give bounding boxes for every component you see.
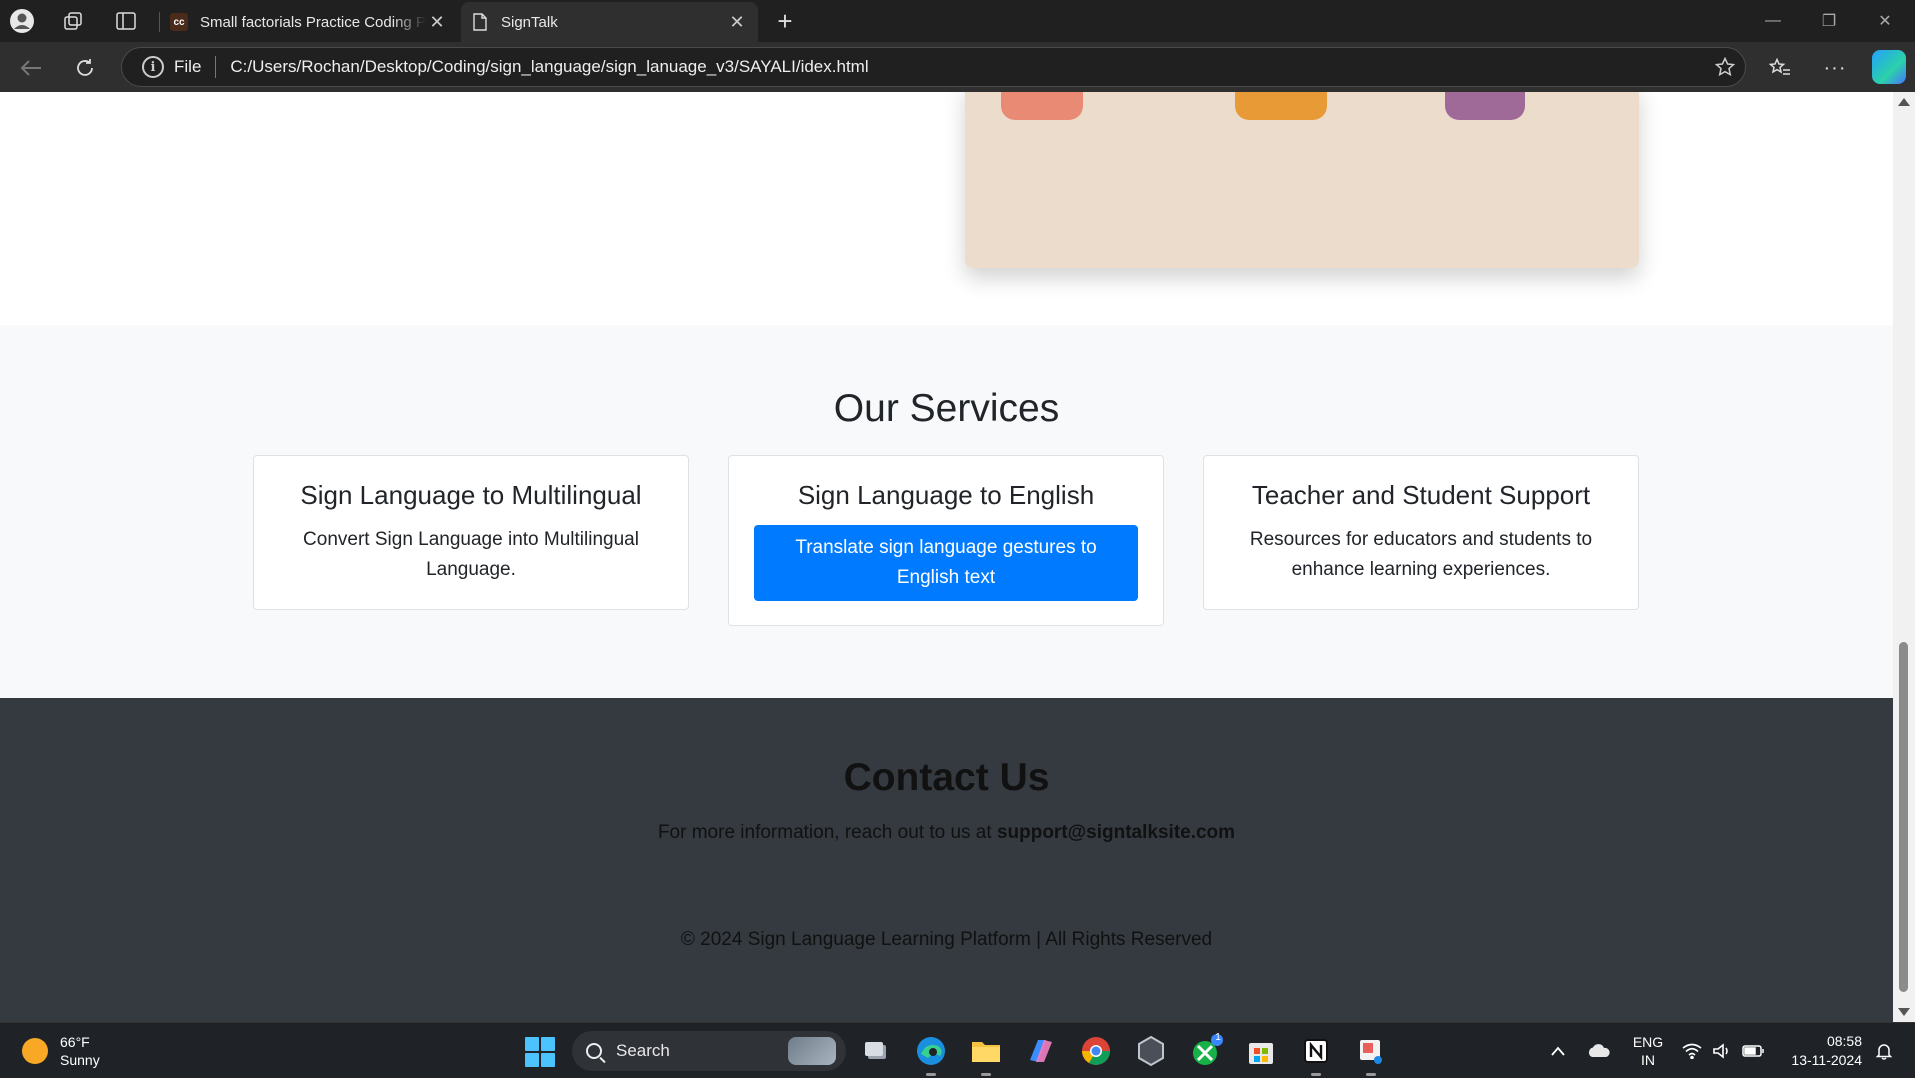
- tab-title: Small factorials Practice Coding Problem: [200, 13, 426, 31]
- weather-widget[interactable]: 66°F Sunny: [22, 1033, 100, 1069]
- task-view-icon[interactable]: [859, 1034, 893, 1068]
- more-menu-icon[interactable]: ···: [1818, 51, 1852, 85]
- xbox-icon[interactable]: 1: [1189, 1032, 1223, 1068]
- show-hidden-icons[interactable]: [1548, 1023, 1568, 1078]
- notifications-bell-icon[interactable]: [1872, 1023, 1896, 1078]
- browser-tab-bar: cc Small factorials Practice Coding Prob…: [0, 0, 1915, 42]
- contact-text: For more information, reach out to us at: [657, 822, 992, 843]
- close-tab-icon[interactable]: ✕: [726, 12, 748, 33]
- close-window-icon[interactable]: ✕: [1857, 0, 1913, 42]
- clock-time: 08:58: [1826, 1033, 1862, 1049]
- language-indicator[interactable]: ENG IN: [1626, 1023, 1670, 1078]
- windows-start-icon[interactable]: [525, 1037, 555, 1067]
- new-tab-button[interactable]: +: [770, 6, 800, 36]
- copyright-text: © 2024 Sign Language Learning Platform |…: [680, 929, 1213, 950]
- site-info-icon[interactable]: i: [142, 56, 164, 78]
- services-section: Our Services Sign Language to Multilingu…: [0, 325, 1893, 698]
- search-placeholder: Search: [616, 1041, 670, 1060]
- weather-condition: Sunny: [60, 1052, 100, 1068]
- close-tab-icon[interactable]: ✕: [426, 12, 448, 33]
- service-card-text: Convert Sign Language into Multilingual …: [303, 529, 639, 580]
- contact-email[interactable]: support@signtalksite.com: [997, 822, 1235, 843]
- volume-icon[interactable]: [1710, 1023, 1734, 1078]
- address-bar[interactable]: i File C:/Users/Rochan/Desktop/Coding/si…: [121, 47, 1746, 87]
- xbox-badge: 1: [1215, 1032, 1221, 1043]
- clock-date: 13-11-2024: [1791, 1052, 1862, 1068]
- taskbar-clock[interactable]: 08:58 13-11-2024: [1780, 1032, 1862, 1070]
- wifi-icon[interactable]: [1680, 1023, 1704, 1078]
- windows-taskbar: 66°F Sunny Search 1 ENG IN 08:58 13-11-2…: [0, 1022, 1915, 1078]
- sun-icon: [22, 1038, 48, 1064]
- service-card-title: Teacher and Student Support: [1251, 480, 1591, 510]
- service-card-support: Teacher and Student Support Resources fo…: [1203, 455, 1639, 610]
- service-card-text: Resources for educators and students to …: [1249, 529, 1593, 580]
- contact-heading: Contact Us: [843, 756, 1050, 799]
- snipping-tool-icon[interactable]: [1354, 1034, 1388, 1076]
- file-explorer-icon[interactable]: [969, 1034, 1003, 1076]
- edge-browser-icon[interactable]: [914, 1034, 948, 1076]
- url-text[interactable]: C:/Users/Rochan/Desktop/Coding/sign_lang…: [230, 57, 1705, 77]
- contact-section: Contact Us For more information, reach o…: [0, 698, 1893, 1022]
- restore-icon[interactable]: ❐: [1801, 0, 1857, 42]
- search-icon: [586, 1043, 602, 1059]
- browser-toolbar: i File C:/Users/Rochan/Desktop/Coding/si…: [0, 42, 1915, 92]
- scrollbar-thumb[interactable]: [1899, 642, 1908, 992]
- chrome-icon[interactable]: [1079, 1034, 1113, 1068]
- weather-temp: 66°F: [60, 1034, 90, 1050]
- service-card-english: Sign Language to English Translate sign …: [728, 455, 1164, 626]
- vertical-tabs-icon[interactable]: [110, 6, 142, 36]
- service-card-multilingual: Sign Language to Multilingual Convert Si…: [253, 455, 689, 610]
- illustration-bag-orange: [1235, 92, 1327, 120]
- page-scrollbar[interactable]: [1893, 92, 1915, 1022]
- unity-hexagon-icon[interactable]: [1134, 1034, 1168, 1068]
- illustration-bag-purple: [1445, 92, 1525, 120]
- taskbar-search[interactable]: Search: [572, 1031, 846, 1071]
- battery-icon[interactable]: [1740, 1023, 1766, 1078]
- back-button[interactable]: [14, 51, 48, 85]
- copilot-icon[interactable]: [1872, 50, 1906, 84]
- profile-icon[interactable]: [6, 6, 38, 36]
- service-card-title: Sign Language to Multilingual: [300, 480, 642, 510]
- illustration-bag-pink: [1001, 92, 1083, 120]
- protocol-label: File: [174, 57, 202, 76]
- address-divider: [215, 56, 217, 78]
- contact-info: For more information, reach out to us at…: [0, 822, 1893, 844]
- tab-small-factorials[interactable]: cc Small factorials Practice Coding Prob…: [160, 2, 458, 42]
- microsoft-store-icon[interactable]: [1244, 1034, 1278, 1068]
- language-line1: ENG: [1632, 1034, 1664, 1050]
- services-heading: Our Services: [833, 387, 1060, 430]
- refresh-button[interactable]: [68, 51, 102, 85]
- translate-to-english-button[interactable]: Translate sign language gestures to Engl…: [754, 525, 1138, 601]
- scroll-up-icon[interactable]: [1898, 98, 1910, 106]
- codechef-favicon-icon: cc: [170, 13, 188, 31]
- copilot-app-icon[interactable]: [1024, 1034, 1058, 1068]
- language-line2: IN: [1641, 1052, 1655, 1068]
- tab-signtalk[interactable]: SignTalk ✕: [461, 2, 758, 42]
- tab-title: SignTalk: [501, 13, 558, 31]
- search-highlight-image: [788, 1037, 836, 1065]
- page-viewport: Our Services Sign Language to Multilingu…: [0, 92, 1893, 1022]
- workspaces-icon[interactable]: [57, 6, 89, 36]
- favorite-star-icon[interactable]: [1705, 57, 1745, 77]
- onedrive-cloud-icon[interactable]: [1584, 1023, 1614, 1078]
- favorites-icon[interactable]: [1763, 51, 1797, 85]
- service-card-title: Sign Language to English: [797, 480, 1095, 510]
- hero-illustration: [965, 92, 1639, 268]
- notion-icon[interactable]: [1299, 1034, 1333, 1076]
- scroll-down-icon[interactable]: [1898, 1008, 1910, 1016]
- page-icon: [471, 13, 489, 31]
- minimize-icon[interactable]: —: [1745, 0, 1801, 42]
